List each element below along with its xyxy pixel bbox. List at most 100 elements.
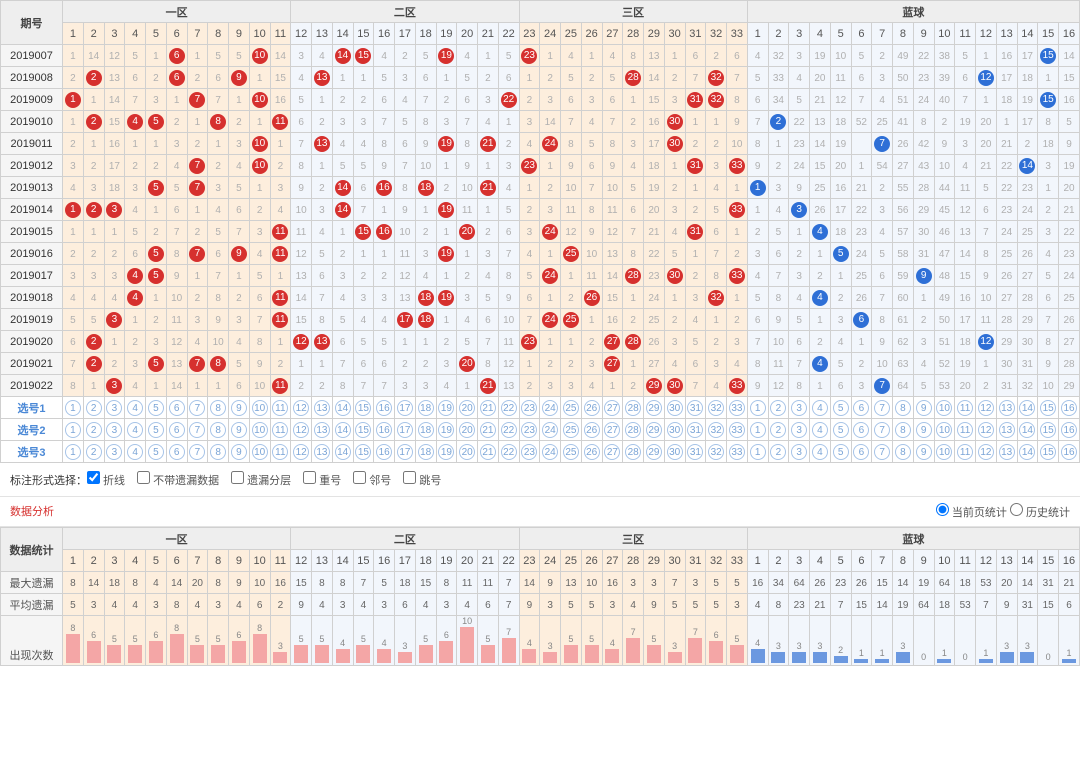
selection-cell[interactable]: 14 xyxy=(1017,419,1038,441)
selection-cell[interactable]: 8 xyxy=(208,397,229,419)
selection-cell[interactable]: 18 xyxy=(415,441,436,463)
selection-cell[interactable]: 1 xyxy=(747,441,768,463)
selection-cell[interactable]: 20 xyxy=(457,441,478,463)
selection-cell[interactable]: 1 xyxy=(63,397,84,419)
selection-cell[interactable]: 23 xyxy=(519,419,540,441)
selection-cell[interactable]: 5 xyxy=(146,441,167,463)
selection-cell[interactable]: 17 xyxy=(395,419,416,441)
selection-cell[interactable]: 22 xyxy=(498,397,519,419)
selection-cell[interactable]: 9 xyxy=(913,397,934,419)
selection-cell[interactable]: 22 xyxy=(498,419,519,441)
selection-cell[interactable]: 32 xyxy=(706,419,727,441)
selection-cell[interactable]: 27 xyxy=(602,419,623,441)
selection-cell[interactable]: 3 xyxy=(104,441,125,463)
option-item[interactable]: 折线 xyxy=(87,475,125,487)
selection-cell[interactable]: 4 xyxy=(810,419,831,441)
selection-cell[interactable]: 28 xyxy=(623,441,644,463)
selection-cell[interactable]: 2 xyxy=(768,397,789,419)
selection-cell[interactable]: 30 xyxy=(664,397,685,419)
selection-cell[interactable]: 8 xyxy=(208,419,229,441)
option-item[interactable]: 遗漏分层 xyxy=(231,475,291,487)
selection-cell[interactable]: 4 xyxy=(125,419,146,441)
selection-cell[interactable]: 31 xyxy=(685,419,706,441)
selection-cell[interactable]: 30 xyxy=(664,441,685,463)
selection-cell[interactable]: 13 xyxy=(996,441,1017,463)
option-item[interactable]: 邻号 xyxy=(353,475,391,487)
selection-cell[interactable]: 29 xyxy=(644,441,665,463)
selection-cell[interactable]: 25 xyxy=(561,441,582,463)
selection-cell[interactable]: 21 xyxy=(478,397,499,419)
option-item[interactable]: 跳号 xyxy=(403,475,441,487)
selection-cell[interactable]: 16 xyxy=(374,441,395,463)
selection-cell[interactable]: 24 xyxy=(540,397,561,419)
selection-cell[interactable]: 4 xyxy=(125,441,146,463)
selection-cell[interactable]: 22 xyxy=(498,441,519,463)
selection-cell[interactable]: 10 xyxy=(249,441,270,463)
selection-cell[interactable]: 7 xyxy=(872,441,893,463)
selection-cell[interactable]: 24 xyxy=(540,441,561,463)
selection-cell[interactable]: 19 xyxy=(436,419,457,441)
selection-cell[interactable]: 9 xyxy=(229,441,250,463)
selection-cell[interactable]: 16 xyxy=(1059,441,1080,463)
selection-cell[interactable]: 5 xyxy=(830,441,851,463)
selection-cell[interactable]: 15 xyxy=(353,419,374,441)
selection-cell[interactable]: 6 xyxy=(166,441,187,463)
selection-cell[interactable]: 13 xyxy=(996,397,1017,419)
selection-cell[interactable]: 20 xyxy=(457,419,478,441)
selection-cell[interactable]: 13 xyxy=(312,397,333,419)
selection-cell[interactable]: 3 xyxy=(104,419,125,441)
option-item[interactable]: 重号 xyxy=(303,475,341,487)
option-item[interactable]: 不带遗漏数据 xyxy=(137,475,219,487)
stats-radio[interactable]: 历史统计 xyxy=(1010,507,1070,519)
selection-cell[interactable]: 25 xyxy=(561,397,582,419)
selection-cell[interactable]: 6 xyxy=(851,397,872,419)
selection-cell[interactable]: 17 xyxy=(395,441,416,463)
selection-cell[interactable]: 18 xyxy=(415,419,436,441)
selection-cell[interactable]: 15 xyxy=(353,397,374,419)
selection-cell[interactable]: 11 xyxy=(955,441,976,463)
selection-cell[interactable]: 10 xyxy=(249,397,270,419)
selection-cell[interactable]: 10 xyxy=(934,397,955,419)
selection-cell[interactable]: 13 xyxy=(996,419,1017,441)
selection-cell[interactable]: 7 xyxy=(187,419,208,441)
selection-cell[interactable]: 8 xyxy=(893,419,914,441)
selection-cell[interactable]: 14 xyxy=(332,419,353,441)
selection-cell[interactable]: 29 xyxy=(644,397,665,419)
selection-cell[interactable]: 6 xyxy=(166,419,187,441)
selection-cell[interactable]: 32 xyxy=(706,441,727,463)
selection-cell[interactable]: 7 xyxy=(187,441,208,463)
selection-cell[interactable]: 1 xyxy=(63,419,84,441)
selection-cell[interactable]: 12 xyxy=(976,441,997,463)
selection-cell[interactable]: 17 xyxy=(395,397,416,419)
selection-cell[interactable]: 28 xyxy=(623,419,644,441)
stats-radio[interactable]: 当前页统计 xyxy=(936,507,1007,519)
selection-cell[interactable]: 21 xyxy=(478,419,499,441)
selection-cell[interactable]: 24 xyxy=(540,419,561,441)
selection-cell[interactable]: 19 xyxy=(436,397,457,419)
selection-cell[interactable]: 11 xyxy=(270,397,291,419)
selection-cell[interactable]: 6 xyxy=(851,419,872,441)
selection-cell[interactable]: 31 xyxy=(685,441,706,463)
selection-cell[interactable]: 14 xyxy=(332,441,353,463)
selection-cell[interactable]: 28 xyxy=(623,397,644,419)
selection-cell[interactable]: 13 xyxy=(312,419,333,441)
selection-cell[interactable]: 26 xyxy=(581,441,602,463)
selection-cell[interactable]: 27 xyxy=(602,397,623,419)
selection-cell[interactable]: 9 xyxy=(229,397,250,419)
selection-cell[interactable]: 19 xyxy=(436,441,457,463)
selection-cell[interactable]: 15 xyxy=(353,441,374,463)
selection-cell[interactable]: 5 xyxy=(146,419,167,441)
selection-cell[interactable]: 11 xyxy=(270,419,291,441)
selection-cell[interactable]: 16 xyxy=(1059,419,1080,441)
option-checkbox[interactable] xyxy=(231,471,244,484)
selection-cell[interactable]: 9 xyxy=(229,419,250,441)
selection-cell[interactable]: 27 xyxy=(602,441,623,463)
selection-cell[interactable]: 8 xyxy=(893,441,914,463)
selection-cell[interactable]: 30 xyxy=(664,419,685,441)
selection-cell[interactable]: 11 xyxy=(955,397,976,419)
selection-cell[interactable]: 15 xyxy=(1038,419,1059,441)
selection-cell[interactable]: 33 xyxy=(727,397,748,419)
selection-cell[interactable]: 33 xyxy=(727,419,748,441)
selection-cell[interactable]: 25 xyxy=(561,419,582,441)
selection-cell[interactable]: 31 xyxy=(685,397,706,419)
